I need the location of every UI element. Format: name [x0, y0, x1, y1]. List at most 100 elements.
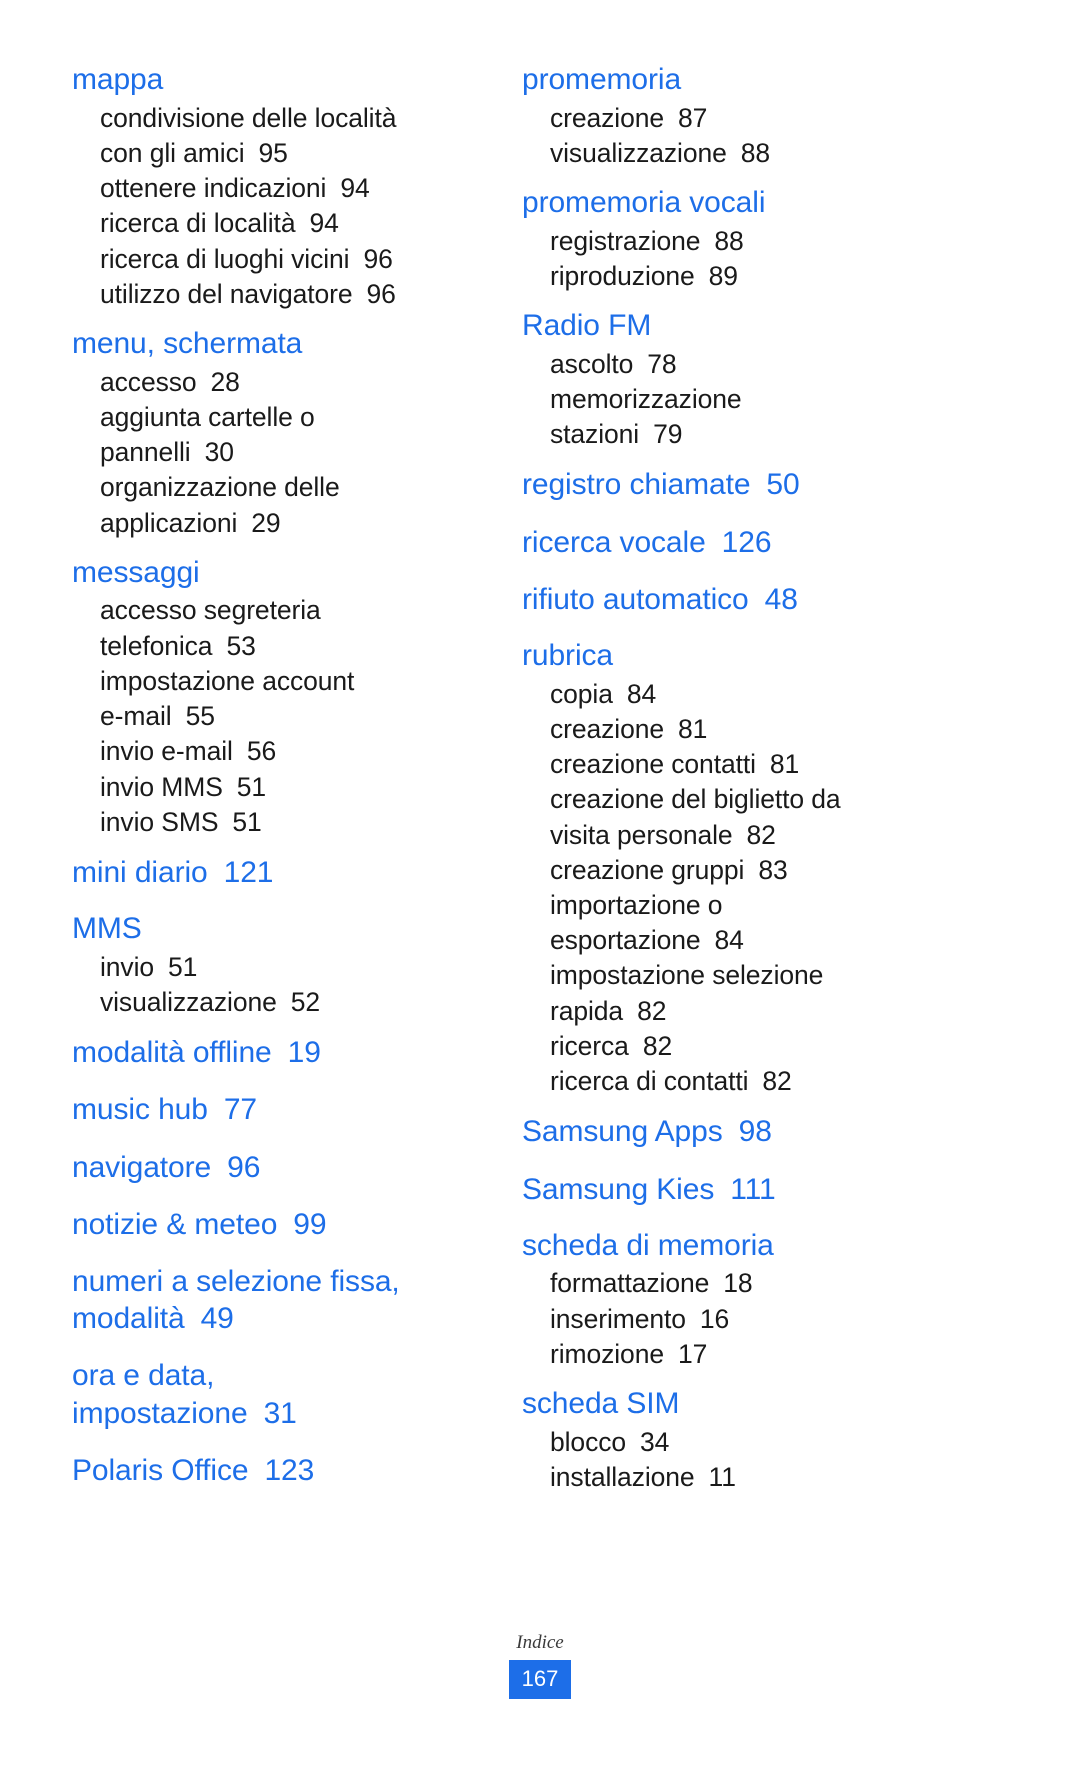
index-subentry[interactable]: copia 84: [522, 677, 962, 712]
index-entry-heading[interactable]: MMS: [72, 911, 472, 948]
index-subentry[interactable]: invio SMS 51: [72, 805, 472, 840]
index-entry-heading[interactable]: registro chiamate 50: [522, 466, 962, 503]
index-subentry[interactable]: blocco 34: [522, 1425, 962, 1460]
index-subentry-page-number: 82: [637, 995, 667, 1026]
index-subentry[interactable]: creazione gruppi 83: [522, 853, 962, 888]
index-entry-heading[interactable]: menu, schermata: [72, 326, 472, 363]
index-subentry[interactable]: ricerca di contatti 82: [522, 1064, 962, 1099]
index-subentry[interactable]: ottenere indicazioni 94: [72, 171, 472, 206]
index-subentry[interactable]: invio e-mail 56: [72, 734, 472, 769]
index-subentry-text: copia: [550, 678, 613, 709]
index-entry: notizie & meteo 99: [72, 1206, 472, 1243]
index-entry-heading[interactable]: mappa: [72, 62, 472, 99]
index-entry-heading[interactable]: music hub 77: [72, 1091, 472, 1128]
index-entry-page-number: 31: [263, 1396, 297, 1430]
index-subentry-text: invio: [100, 951, 155, 982]
index-subentry[interactable]: creazione 81: [522, 712, 962, 747]
index-subentry[interactable]: memorizzazione stazioni 79: [522, 382, 962, 452]
index-subentry[interactable]: ricerca 82: [522, 1029, 962, 1064]
index-subentry-text: creazione del biglietto da visita person…: [550, 784, 841, 850]
index-subentry[interactable]: utilizzo del navigatore 96: [72, 277, 472, 312]
index-subentry-list: blocco 34 installazione 11: [522, 1425, 962, 1495]
index-entry-heading[interactable]: ora e data, impostazione 31: [72, 1357, 472, 1431]
index-entry-heading[interactable]: promemoria: [522, 62, 962, 99]
index-subentry-page-number: 82: [762, 1066, 792, 1097]
index-subentry[interactable]: registrazione 88: [522, 224, 962, 259]
index-subentry-page-number: 11: [708, 1461, 736, 1492]
index-subentry[interactable]: creazione del biglietto da visita person…: [522, 782, 962, 852]
index-subentry[interactable]: ricerca di località 94: [72, 206, 472, 241]
index-entry-heading[interactable]: rifiuto automatico 48: [522, 581, 962, 618]
index-entry-heading-text: promemoria: [522, 63, 682, 96]
index-subentry-text: invio SMS: [100, 806, 219, 837]
index-entry-heading-text: mini diario: [72, 856, 208, 889]
index-entry-heading[interactable]: Polaris Office 123: [72, 1452, 472, 1489]
index-subentry-text: creazione gruppi: [550, 854, 745, 885]
index-entry: mini diario 121: [72, 854, 472, 891]
index-subentry[interactable]: importazione o esportazione 84: [522, 888, 962, 958]
index-entry-heading[interactable]: Samsung Apps 98: [522, 1113, 962, 1150]
index-subentry-page-number: 51: [236, 771, 267, 802]
index-entry: promemoria vocali registrazione 88 riproduz…: [522, 185, 962, 294]
index-subentry-text: ricerca di contatti: [550, 1066, 749, 1097]
index-entry-heading-text: mappa: [72, 63, 164, 96]
index-entry-page-number: 99: [293, 1207, 327, 1241]
index-subentry[interactable]: accesso 28: [72, 365, 472, 400]
index-subentry[interactable]: visualizzazione 52: [72, 985, 472, 1020]
index-subentry[interactable]: condivisione delle località con gli amic…: [72, 101, 472, 171]
index-subentry[interactable]: ascolto 78: [522, 347, 962, 382]
index-subentry-list: copia 84 creazione 81 creazione contatti 81 cr…: [522, 677, 962, 1100]
index-subentry-text: riproduzione: [550, 260, 695, 291]
index-entry-heading[interactable]: mini diario 121: [72, 854, 472, 891]
index-subentry[interactable]: impostazione selezione rapida 82: [522, 958, 962, 1028]
index-entry: Polaris Office 123: [72, 1452, 472, 1489]
index-entry-heading-text: Samsung Kies: [522, 1172, 715, 1206]
index-entry-heading-text: registro chiamate: [522, 468, 751, 502]
index-subentry[interactable]: visualizzazione 88: [522, 136, 962, 171]
index-entry-heading-text: Samsung Apps: [522, 1115, 723, 1149]
index-entry-heading[interactable]: messaggi: [72, 555, 472, 592]
index-subentry-text: impostazione account e-mail: [100, 665, 355, 732]
index-entry-heading-text: rubrica: [522, 638, 613, 672]
index-entry-heading-text: scheda di memoria: [522, 1228, 774, 1262]
index-entry-heading[interactable]: numeri a selezione fissa, modalità 49: [72, 1263, 472, 1337]
index-subentry-page-number: 95: [258, 137, 288, 168]
index-subentry-text: utilizzo del navigatore: [100, 278, 353, 309]
index-subentry-page-number: 82: [642, 1030, 673, 1061]
index-subentry[interactable]: impostazione account e-mail 55: [72, 664, 472, 734]
index-entry-heading[interactable]: scheda di memoria: [522, 1228, 962, 1265]
index-subentry[interactable]: invio 51: [72, 950, 472, 985]
index-subentry-page-number: 52: [290, 987, 321, 1018]
index-subentry[interactable]: aggiunta cartelle o pannelli 30: [72, 400, 472, 470]
index-entry-heading[interactable]: navigatore 96: [72, 1149, 472, 1186]
index-subentry[interactable]: ricerca di luoghi vicini 96: [72, 242, 472, 277]
index-entry-heading[interactable]: promemoria vocali: [522, 185, 962, 222]
index-entry-heading[interactable]: Samsung Kies 111: [522, 1171, 962, 1208]
index-subentry[interactable]: riproduzione 89: [522, 259, 962, 294]
index-subentry[interactable]: installazione 11: [522, 1460, 962, 1495]
index-entry: scheda di memoria formattazione 18 inserime…: [522, 1228, 962, 1372]
index-subentry[interactable]: creazione contatti 81: [522, 747, 962, 782]
index-entry-heading[interactable]: ricerca vocale 126: [522, 524, 962, 561]
index-subentry[interactable]: inserimento 16: [522, 1302, 962, 1337]
index-entry-heading-text: scheda SIM: [522, 1387, 680, 1421]
index-entry-heading[interactable]: rubrica: [522, 638, 962, 675]
index-subentry[interactable]: rimozione 17: [522, 1337, 962, 1372]
index-entry-heading[interactable]: scheda SIM: [522, 1386, 962, 1423]
index-entry-heading-text: MMS: [72, 912, 142, 946]
index-entry-heading[interactable]: notizie & meteo 99: [72, 1206, 472, 1243]
index-subentry-page-number: 84: [626, 678, 657, 709]
index-subentry[interactable]: invio MMS 51: [72, 770, 472, 805]
index-subentry[interactable]: organizzazione delle applicazioni 29: [72, 470, 472, 540]
index-subentry-page-number: 96: [363, 243, 393, 274]
index-entry: rubrica copia 84 creazione 81 creazione conta…: [522, 638, 962, 1099]
index-entry-heading-text: Polaris Office: [72, 1453, 249, 1487]
index-subentry-text: ascolto: [550, 348, 634, 379]
index-subentry[interactable]: formattazione 18: [522, 1266, 962, 1301]
index-subentry[interactable]: accesso segreteria telefonica 53: [72, 593, 472, 663]
index-subentry[interactable]: creazione 87: [522, 101, 962, 136]
index-entry-heading[interactable]: Radio FM: [522, 308, 962, 345]
index-subentry-text: invio MMS: [100, 771, 223, 802]
index-entry-heading[interactable]: modalità offline 19: [72, 1034, 472, 1071]
index-subentry-list: ascolto 78 memorizzazione stazioni 79: [522, 347, 962, 453]
